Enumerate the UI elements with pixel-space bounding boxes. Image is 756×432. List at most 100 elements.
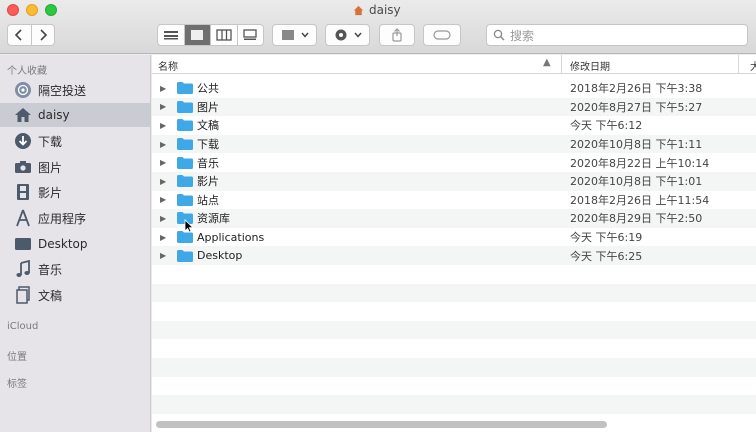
file-name: 图片 xyxy=(197,100,219,114)
disclosure-triangle-icon[interactable]: ▶ xyxy=(160,140,166,149)
disclosure-triangle-icon[interactable]: ▶ xyxy=(160,195,166,204)
back-button[interactable] xyxy=(8,25,31,45)
sidebar-item-desktop[interactable]: Desktop xyxy=(0,232,150,256)
table-row[interactable]: ▶ 资源库 2020年8月29日 下午2:50 xyxy=(152,209,756,228)
sidebar-item-pictures[interactable]: 图片 xyxy=(0,155,150,179)
file-name: 影片 xyxy=(197,175,219,189)
sidebar-item-home[interactable]: daisy xyxy=(0,103,150,127)
group-by-button[interactable] xyxy=(272,24,317,46)
modified-date: 2020年10月8日 下午1:11 xyxy=(570,138,703,152)
table-row[interactable]: ▶ Applications 今天 下午6:19 xyxy=(152,228,756,247)
table-row[interactable]: ▶ 图片 2020年8月27日 下午5:27 xyxy=(152,97,756,117)
disclosure-triangle-icon[interactable]: ▶ xyxy=(160,251,166,260)
table-row[interactable]: ▶ Desktop 今天 下午6:25 xyxy=(152,246,756,265)
modified-date: 2018年2月26日 下午3:38 xyxy=(570,82,703,96)
disclosure-triangle-icon[interactable]: ▶ xyxy=(160,214,166,223)
empty-row xyxy=(152,283,756,303)
forward-button[interactable] xyxy=(30,25,55,45)
chevron-down-icon xyxy=(353,32,362,38)
close-window-button[interactable] xyxy=(7,4,19,16)
sidebar-item-label: 影片 xyxy=(38,185,63,200)
empty-row xyxy=(152,339,756,358)
pictures-icon xyxy=(14,158,32,176)
chevron-left-icon xyxy=(15,29,22,41)
applications-icon xyxy=(14,209,32,227)
column-divider[interactable] xyxy=(561,55,562,74)
gallery-view-icon xyxy=(243,29,257,40)
share-icon xyxy=(392,28,402,42)
table-row[interactable]: ▶ 文稿 今天 下午6:12 xyxy=(152,116,756,135)
grid-icon xyxy=(281,30,294,40)
disclosure-triangle-icon[interactable]: ▶ xyxy=(160,233,166,242)
search-placeholder: 搜索 xyxy=(510,28,535,43)
sidebar-item-music[interactable]: 音乐 xyxy=(0,257,150,281)
folder-icon xyxy=(177,82,193,95)
folder-icon xyxy=(177,156,193,169)
sidebar-item-applications[interactable]: 应用程序 xyxy=(0,206,150,230)
disclosure-triangle-icon[interactable]: ▶ xyxy=(160,158,166,167)
list-view-icon xyxy=(163,31,178,40)
disclosure-triangle-icon[interactable]: ▶ xyxy=(160,121,166,130)
disclosure-triangle-icon[interactable]: ▶ xyxy=(160,177,166,186)
table-row[interactable]: ▶ 下载 2020年10月8日 下午1:11 xyxy=(152,134,756,154)
view-columns-button[interactable] xyxy=(210,25,237,45)
window-title: daisy xyxy=(352,2,401,18)
music-icon xyxy=(14,260,32,278)
mouse-pointer-icon xyxy=(184,219,194,233)
file-name: 公共 xyxy=(197,82,219,96)
share-button[interactable] xyxy=(379,24,415,46)
folder-icon xyxy=(177,193,193,206)
file-name: Applications xyxy=(197,230,265,244)
sidebar-heading-favorites: 个人收藏 xyxy=(7,66,47,77)
view-gallery-button[interactable] xyxy=(236,25,264,45)
file-name: 文稿 xyxy=(197,119,219,133)
sidebar-item-label: daisy xyxy=(38,108,70,122)
view-icons-button[interactable] xyxy=(158,25,184,45)
desktop-folder-icon xyxy=(177,249,193,262)
folder-icon xyxy=(177,100,193,113)
sidebar-item-label: 文稿 xyxy=(38,288,63,303)
zoom-window-button[interactable] xyxy=(45,4,57,16)
modified-date: 今天 下午6:25 xyxy=(570,249,643,263)
table-row[interactable]: ▶ 公共 2018年2月26日 下午3:38 xyxy=(152,79,756,98)
file-name: 站点 xyxy=(197,193,219,207)
sidebar-item-downloads[interactable]: 下载 xyxy=(0,129,150,153)
table-row[interactable]: ▶ 站点 2018年2月26日 上午11:54 xyxy=(152,191,756,210)
tag-button[interactable] xyxy=(423,24,461,46)
file-name: 资源库 xyxy=(197,212,230,226)
folder-icon xyxy=(177,119,193,132)
sidebar-item-label: Desktop xyxy=(38,237,88,251)
sidebar-item-label: 音乐 xyxy=(38,262,63,277)
column-header-date[interactable]: 修改日期 xyxy=(570,58,610,73)
icon-view-icon xyxy=(191,30,204,40)
sidebar-item-documents[interactable]: 文稿 xyxy=(0,283,150,307)
file-name: Desktop xyxy=(197,249,243,263)
download-icon xyxy=(14,132,32,150)
modified-date: 今天 下午6:12 xyxy=(570,119,643,133)
disclosure-triangle-icon[interactable]: ▶ xyxy=(160,84,166,93)
horizontal-scrollbar[interactable] xyxy=(156,421,607,428)
action-menu-button[interactable] xyxy=(325,24,370,46)
sidebar-item-movies[interactable]: 影片 xyxy=(0,180,150,204)
sidebar-item-airdrop[interactable]: 隔空投送 xyxy=(0,78,150,102)
search-field[interactable]: 搜索 xyxy=(486,24,748,46)
table-row[interactable]: ▶ 影片 2020年10月8日 下午1:01 xyxy=(152,172,756,191)
column-header-size[interactable]: 大 xyxy=(750,58,756,73)
column-divider[interactable] xyxy=(738,55,739,74)
table-row[interactable]: ▶ 音乐 2020年8月22日 上午10:14 xyxy=(152,153,756,172)
gear-icon xyxy=(335,29,346,41)
view-list-button[interactable] xyxy=(183,25,210,45)
search-icon xyxy=(493,29,505,41)
sort-ascending-icon: ▲ xyxy=(543,57,551,68)
sidebar: 个人收藏 隔空投送 daisy 下载 图片 影片 应用程序 Desktop 音乐… xyxy=(0,55,151,432)
modified-date: 2020年10月8日 下午1:01 xyxy=(570,175,703,189)
column-header-name[interactable]: 名称 xyxy=(158,58,178,73)
minimize-window-button[interactable] xyxy=(26,4,38,16)
sidebar-item-label: 图片 xyxy=(38,160,63,175)
sidebar-item-label: 隔空投送 xyxy=(38,83,87,98)
home-icon xyxy=(353,5,364,15)
sidebar-heading-tags: 标签 xyxy=(7,379,27,390)
disclosure-triangle-icon[interactable]: ▶ xyxy=(160,102,166,111)
sidebar-item-label: 应用程序 xyxy=(38,211,87,226)
modified-date: 2020年8月27日 下午5:27 xyxy=(570,100,703,114)
